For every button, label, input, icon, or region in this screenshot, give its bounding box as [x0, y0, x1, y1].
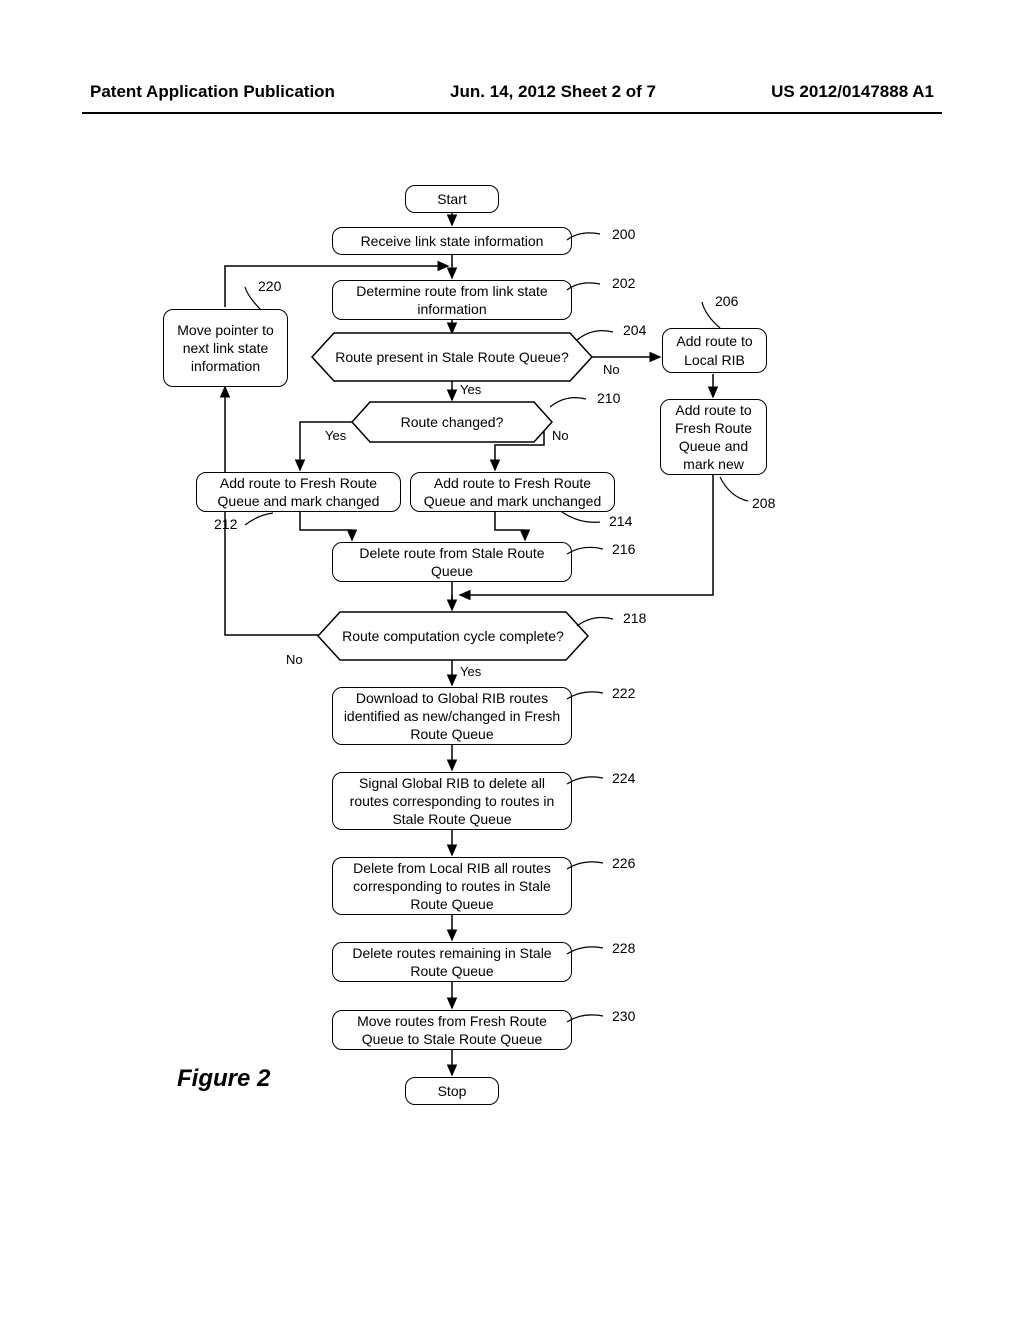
ref-leader-210 [548, 392, 598, 412]
ref-leader-222 [565, 687, 615, 707]
process-208: Add route to Fresh Route Queue and mark … [660, 399, 767, 475]
ref-206: 206 [715, 293, 738, 309]
label-210-no: No [552, 428, 569, 443]
process-228: Delete routes remaining in Stale Route Q… [332, 942, 572, 982]
header-rule [82, 112, 942, 114]
label-210-yes: Yes [325, 428, 346, 443]
start-node: Start [405, 185, 499, 213]
label-218-no: No [286, 652, 303, 667]
ref-leader-230 [565, 1010, 615, 1030]
label-204-no: No [603, 362, 620, 377]
ref-208: 208 [752, 495, 775, 511]
ref-226: 226 [612, 855, 635, 871]
header-center: Jun. 14, 2012 Sheet 2 of 7 [450, 82, 656, 102]
process-226: Delete from Local RIB all routes corresp… [332, 857, 572, 915]
ref-leader-214 [560, 510, 605, 530]
label-204-yes: Yes [460, 382, 481, 397]
process-212: Add route to Fresh Route Queue and mark … [196, 472, 401, 512]
ref-leader-212 [243, 511, 278, 531]
label-218-yes: Yes [460, 664, 481, 679]
ref-228: 228 [612, 940, 635, 956]
ref-204: 204 [623, 322, 646, 338]
process-200: Receive link state information [332, 227, 572, 255]
ref-202: 202 [612, 275, 635, 291]
ref-leader-202 [565, 278, 615, 298]
page-header: Patent Application Publication Jun. 14, … [0, 82, 1024, 102]
decision-218: Route computation cycle complete? [318, 612, 588, 660]
decision-204-text: Route present in Stale Route Queue? [312, 348, 592, 366]
decision-218-text: Route computation cycle complete? [318, 627, 588, 645]
ref-216: 216 [612, 541, 635, 557]
ref-212: 212 [214, 516, 237, 532]
header-left: Patent Application Publication [90, 82, 335, 102]
process-216: Delete route from Stale Route Queue [332, 542, 572, 582]
process-220: Move pointer to next link state informat… [163, 309, 288, 387]
decision-210-text: Route changed? [352, 413, 552, 431]
ref-200: 200 [612, 226, 635, 242]
ref-214: 214 [609, 513, 632, 529]
stop-node: Stop [405, 1077, 499, 1105]
ref-224: 224 [612, 770, 635, 786]
ref-leader-200 [565, 228, 615, 248]
ref-leader-204 [575, 325, 625, 345]
header-right: US 2012/0147888 A1 [771, 82, 934, 102]
ref-leader-226 [565, 857, 615, 877]
process-224: Signal Global RIB to delete all routes c… [332, 772, 572, 830]
process-202: Determine route from link state informat… [332, 280, 572, 320]
decision-210: Route changed? [352, 402, 552, 442]
process-214: Add route to Fresh Route Queue and mark … [410, 472, 615, 512]
figure-label: Figure 2 [177, 1065, 270, 1093]
ref-leader-228 [565, 942, 615, 962]
process-230: Move routes from Fresh Route Queue to St… [332, 1010, 572, 1050]
ref-218: 218 [623, 610, 646, 626]
ref-220: 220 [258, 278, 281, 294]
ref-230: 230 [612, 1008, 635, 1024]
decision-204: Route present in Stale Route Queue? [312, 333, 592, 381]
ref-leader-224 [565, 772, 615, 792]
ref-210: 210 [597, 390, 620, 406]
ref-222: 222 [612, 685, 635, 701]
process-206: Add route to Local RIB [662, 328, 767, 373]
process-222: Download to Global RIB routes identified… [332, 687, 572, 745]
ref-leader-216 [565, 542, 615, 562]
